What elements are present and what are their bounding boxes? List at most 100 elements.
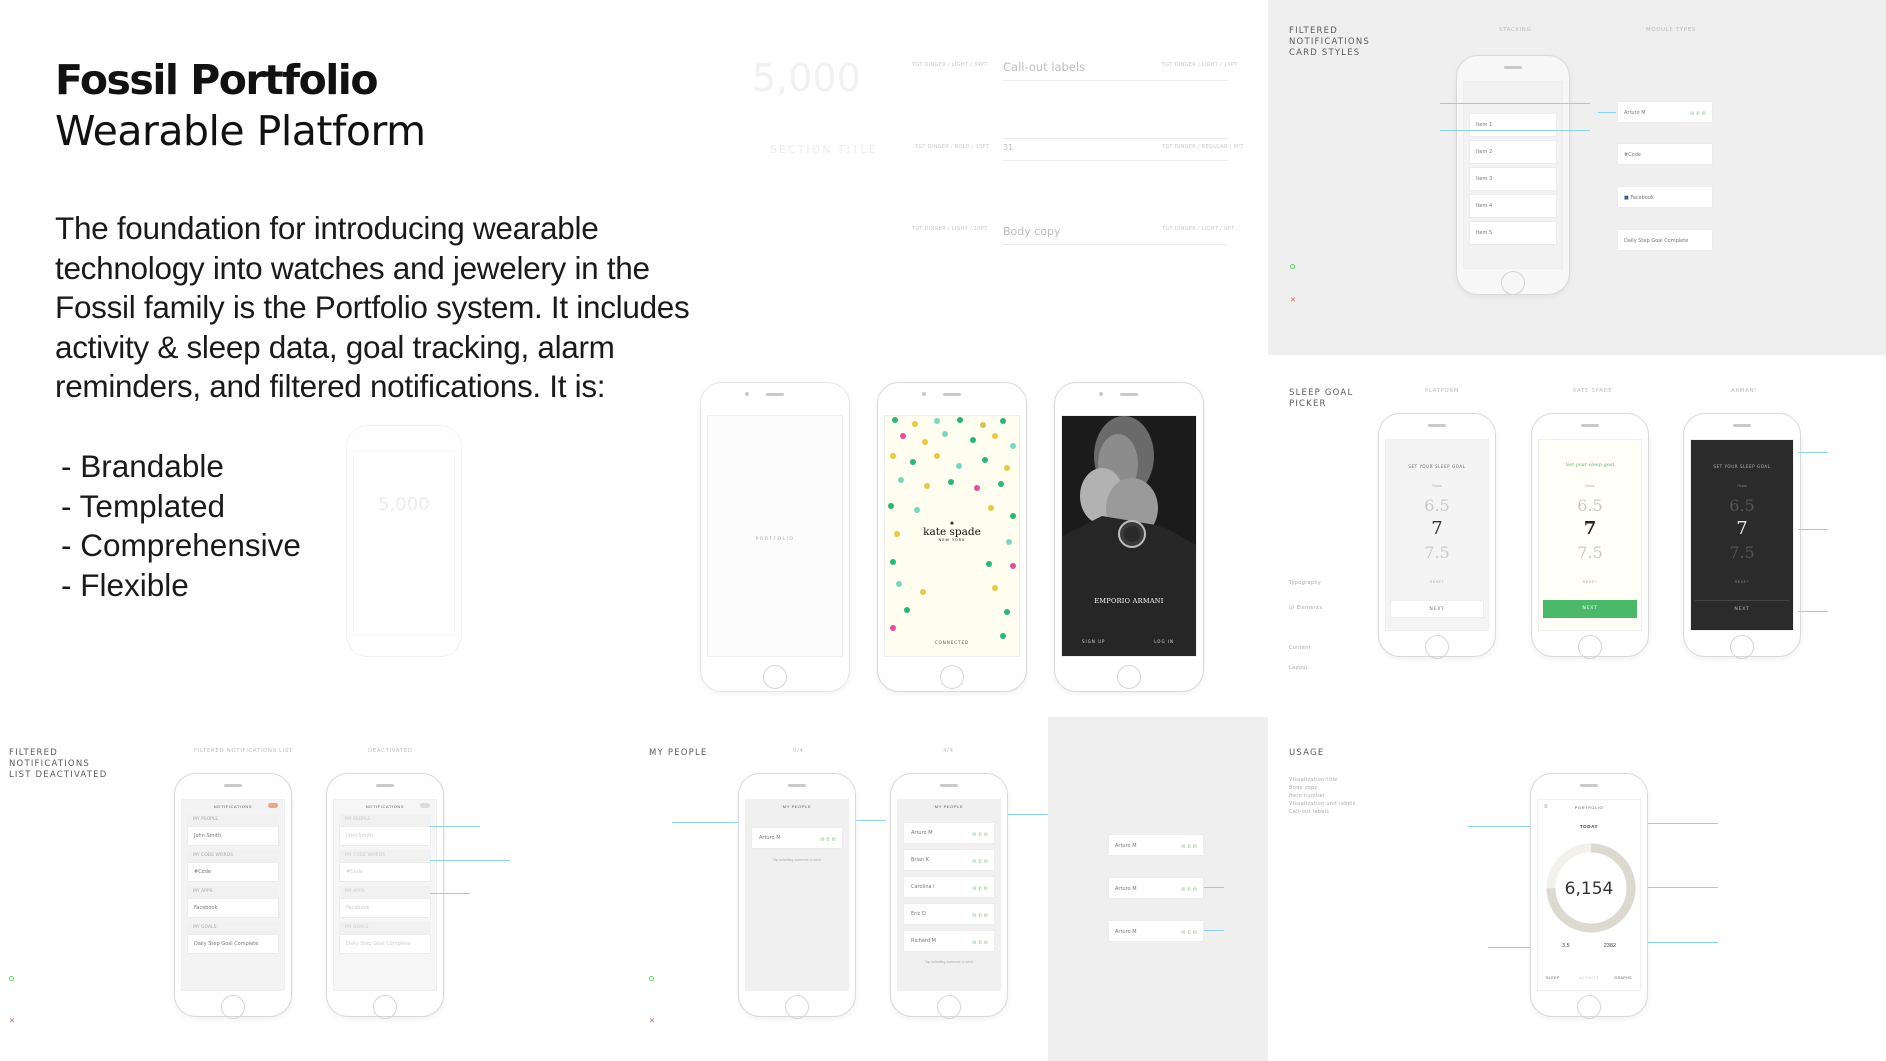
value-next[interactable]: 7.5 [1539,543,1641,562]
annotation-line [1798,529,1828,530]
portfolio-logo: PORTFOLIO [755,537,795,542]
speaker [1504,66,1522,69]
annotation-line [430,860,510,861]
column-label: DEACTIVATED [368,748,413,754]
spec-text: TGT DINGER / LIGHT / 9PT [1162,226,1235,232]
panel-header: FILTERED NOTIFICATIONS LIST DEACTIVATED [9,748,108,780]
section-header: MY APPS [187,886,279,898]
speaker [766,393,784,396]
value-prev[interactable]: 6.5 [1691,496,1793,515]
speaker [1580,784,1598,787]
value-prev[interactable]: 6.5 [1539,496,1641,515]
annotation-line [1440,130,1590,131]
spec-text: TGT DINGER / LIGHT / 34PT [912,62,988,68]
reset-button[interactable]: RESET [1386,580,1488,584]
panel-header: FILTERED NOTIFICATIONS CARD STYLES [1289,26,1370,58]
speaker [788,784,806,787]
phone-screen: SET YOUR SLEEP GOAL Hours 6.5 7 7.5 RESE… [1690,439,1794,631]
phone-screen: Item 1 Item 2 Item 3 Item 4 Item 5 [1463,81,1563,269]
home-button [373,995,397,1019]
annotation-line [1488,947,1530,948]
unit-label: Hours [1585,484,1595,488]
list-item[interactable]: Facebook [339,898,431,918]
feature-list: - Brandable - Templated - Comprehensive … [61,447,695,605]
list-item[interactable]: Facebook [187,898,279,918]
phone-screen: EMPORIO ARMANI SIGN UP LOG IN [1061,415,1197,657]
column-label: 4/4 [943,748,954,754]
phone-screen: ♠ kate spade NEW YORK CONNECTED [884,415,1020,657]
value-prev[interactable]: 6.5 [1386,496,1488,515]
annotation-line [1598,112,1616,113]
callout-label: Call-out labels [1003,60,1086,74]
home-button [763,665,787,689]
armani-phone: EMPORIO ARMANI SIGN UP LOG IN [1054,382,1204,692]
value-next[interactable]: 7.5 [1691,543,1793,562]
tab-graphs[interactable]: GRAPHS [1614,976,1632,980]
list-item[interactable]: Daily Step Goal Complete [187,934,279,954]
stat-left: 3.5 [1562,943,1570,949]
legend-dot-icon [649,976,654,981]
column-label: KATE SPADE [1573,388,1613,394]
platform-phone: PORTFOLIO [700,382,850,692]
camera [745,392,749,396]
reset-button[interactable]: RESET [1691,580,1793,584]
toggle-switch[interactable] [268,803,278,808]
person-card[interactable]: Arturo M ✉ ✆ ✉ [751,827,843,849]
person-card[interactable]: Arturo M ✉ ✆ ✉ [1108,877,1204,899]
log-in-button[interactable]: LOG IN [1154,639,1174,644]
list-item[interactable]: John Smith [339,826,431,846]
section-header: MY PEOPLE [187,814,279,826]
section-header: MY PEOPLE [339,814,431,826]
reset-button[interactable]: RESET [1539,580,1641,584]
connected-button[interactable]: CONNECTED [885,640,1019,645]
sign-up-button[interactable]: SIGN UP [1082,639,1105,644]
person-card[interactable]: Arturo M ✉ ✆ ✉ [1108,834,1204,856]
phone-mockup: Item 1 Item 2 Item 3 Item 4 Item 5 [1456,55,1570,295]
person-card[interactable]: Eric D ✉ ✆ ✉ [903,903,995,925]
person-card[interactable]: Brian K ✉ ✆ ✉ [903,849,995,871]
section-header: MY APPS [339,886,431,898]
value-selected[interactable]: 7 [1691,518,1793,539]
home-button [1578,635,1602,659]
value-selected[interactable]: 7 [1539,518,1641,539]
speaker [943,393,961,396]
panel-header: SLEEP GOAL PICKER [1289,388,1354,409]
feature-item: - Comprehensive [61,527,301,564]
unit-label: Hours [1432,484,1442,488]
value-next[interactable]: 7.5 [1386,543,1488,562]
list-item[interactable]: #Code [339,862,431,882]
hero-number: 6,154 [1564,879,1614,899]
legend-x-icon: ✕ [649,1018,655,1025]
annotation-line [1648,942,1718,943]
person-card[interactable]: Arturo M ✉ ✆ ✉ [1108,920,1204,942]
camera [1099,392,1103,396]
next-button[interactable]: NEXT [1390,600,1484,618]
panel-header: USAGE [1289,748,1325,758]
camera [922,392,926,396]
number-sample: 31 [1003,143,1014,152]
toggle-switch[interactable] [420,803,430,808]
list-item[interactable]: #Code [187,862,279,882]
next-button[interactable]: NEXT [1543,600,1637,618]
notifications-phone-deactivated: NOTIFICATIONS MY PEOPLE John Smith MY CO… [326,773,444,1019]
list-item: Item 5 [1469,221,1557,245]
column-label: FILTERED NOTIFICATIONS LIST [194,748,293,754]
home-button [1577,995,1601,1019]
section-header: MY CODE WORDS [187,850,279,862]
value-selected[interactable]: 7 [1386,518,1488,539]
screen-title: MY PEOPLE [934,804,964,809]
spec-text: TGT DINGER / LIGHT / 14PT [1162,62,1238,68]
phone-screen: NOTIFICATIONS MY PEOPLE John Smith MY CO… [181,799,285,991]
next-button[interactable]: NEXT [1695,600,1789,618]
legend-item: Visualization title [1289,777,1338,783]
person-card[interactable]: Richard M ✉ ✆ ✉ [903,930,995,952]
screen-title: Set your sleep goal [1565,462,1615,468]
person-card[interactable]: Carolina I ✉ ✆ ✉ [903,876,995,898]
divider [1003,244,1228,245]
legend-x-icon: ✕ [9,1018,15,1025]
list-item[interactable]: Daily Step Goal Complete [339,934,431,954]
page-subtitle: Wearable Platform [55,107,426,155]
legend-item: Hero number [1289,793,1326,799]
list-item[interactable]: John Smith [187,826,279,846]
person-card[interactable]: Arturo M ✉ ✆ ✉ [903,822,995,844]
